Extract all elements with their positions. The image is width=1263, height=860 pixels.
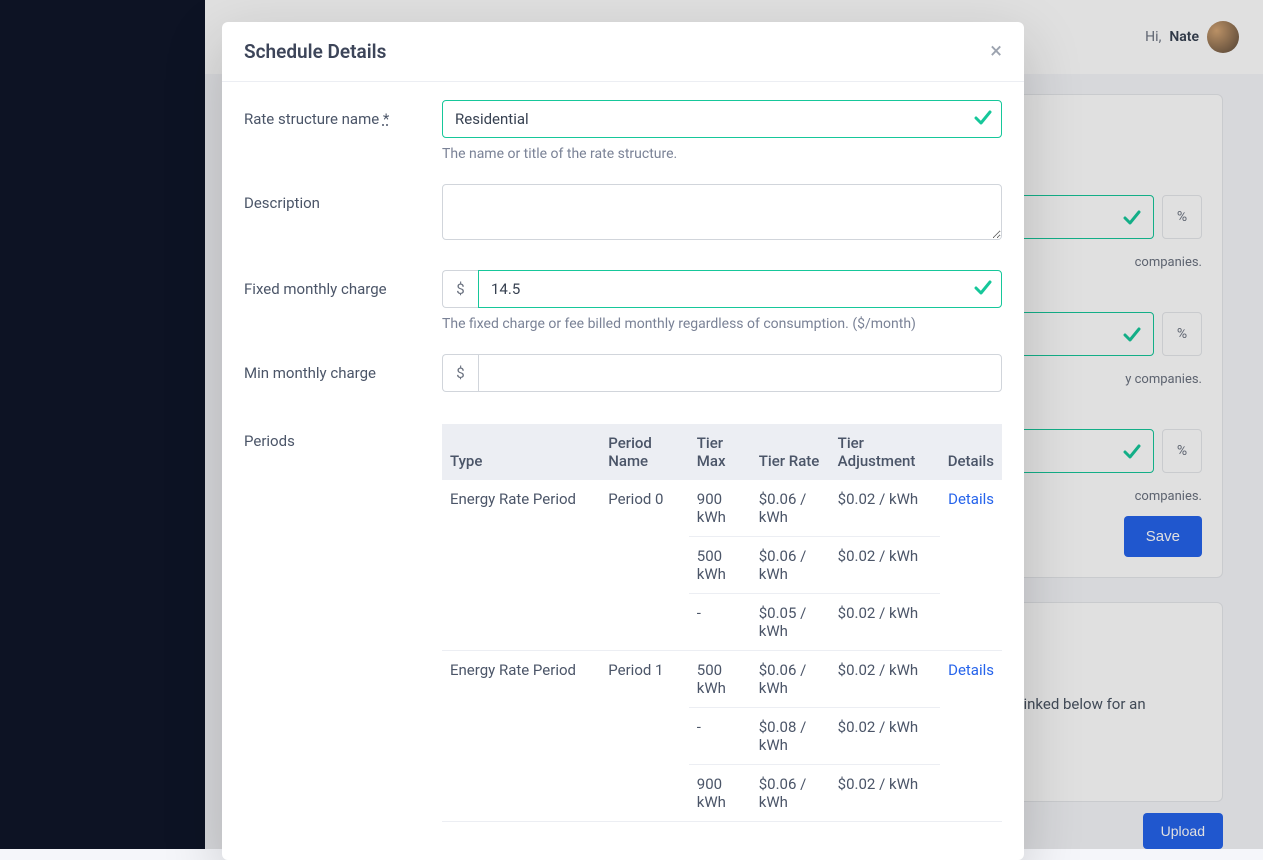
modal-title: Schedule Details [244,40,386,63]
currency-prefix: $ [442,354,478,392]
cell-period-name [600,594,689,651]
col-header-tier-max: Tier Max [689,424,751,480]
table-row: -$0.08 / kWh$0.02 / kWh [442,708,1002,765]
description-label: Description [244,184,442,262]
cell-details [940,537,1002,594]
close-icon[interactable]: × [990,41,1002,63]
cell-details: Details [940,480,1002,537]
rate-name-helper: The name or title of the rate structure. [442,146,1002,162]
min-charge-input[interactable] [478,354,1002,392]
table-row: 500 kWh$0.06 / kWh$0.02 / kWh [442,537,1002,594]
cell-details [940,765,1002,822]
cell-tier-max: 500 kWh [689,537,751,594]
cell-details [940,708,1002,765]
schedule-details-modal: Schedule Details × Rate structure name *… [222,22,1024,860]
cell-period-name [600,765,689,822]
cell-tier-max: - [689,594,751,651]
col-header-type: Type [442,424,600,480]
fixed-charge-helper: The fixed charge or fee billed monthly r… [442,316,1002,332]
cell-tier-max: 500 kWh [689,651,751,708]
cell-type: Energy Rate Period [442,651,600,708]
cell-tier-rate: $0.05 / kWh [751,594,830,651]
cell-tier-rate: $0.06 / kWh [751,537,830,594]
cell-tier-rate: $0.06 / kWh [751,480,830,537]
rate-name-label: Rate structure name * [244,100,442,176]
cell-tier-adjustment: $0.02 / kWh [830,480,940,537]
cell-type [442,537,600,594]
table-row: -$0.05 / kWh$0.02 / kWh [442,594,1002,651]
cell-tier-adjustment: $0.02 / kWh [830,537,940,594]
cell-tier-adjustment: $0.02 / kWh [830,594,940,651]
col-header-period-name: Period Name [600,424,689,480]
cell-details: Details [940,651,1002,708]
description-input[interactable] [442,184,1002,240]
cell-tier-adjustment: $0.02 / kWh [830,765,940,822]
periods-label: Periods [244,422,442,822]
table-row: Energy Rate PeriodPeriod 0900 kWh$0.06 /… [442,480,1002,537]
cell-type [442,765,600,822]
cell-period-name: Period 0 [600,480,689,537]
periods-table: Type Period Name Tier Max Tier Rate Tier… [442,424,1002,822]
cell-type [442,594,600,651]
table-row: 900 kWh$0.06 / kWh$0.02 / kWh [442,765,1002,822]
details-link[interactable]: Details [948,490,994,508]
cell-type [442,708,600,765]
min-charge-label: Min monthly charge [244,354,442,414]
cell-type: Energy Rate Period [442,480,600,537]
cell-tier-rate: $0.06 / kWh [751,765,830,822]
cell-tier-adjustment: $0.02 / kWh [830,708,940,765]
cell-tier-max: - [689,708,751,765]
fixed-charge-input[interactable] [478,270,1002,308]
modal-header: Schedule Details × [222,22,1024,82]
cell-period-name: Period 1 [600,651,689,708]
check-icon [972,277,992,301]
details-link[interactable]: Details [948,661,994,679]
table-row: Energy Rate PeriodPeriod 1500 kWh$0.06 /… [442,651,1002,708]
cell-tier-max: 900 kWh [689,765,751,822]
required-indicator: * [383,110,389,128]
currency-prefix: $ [442,270,478,308]
cell-details [940,594,1002,651]
cell-tier-max: 900 kWh [689,480,751,537]
cell-period-name [600,708,689,765]
cell-period-name [600,537,689,594]
rate-name-input[interactable] [442,100,1002,138]
check-icon [972,107,992,131]
cell-tier-rate: $0.06 / kWh [751,651,830,708]
col-header-tier-rate: Tier Rate [751,424,830,480]
cell-tier-rate: $0.08 / kWh [751,708,830,765]
col-header-details: Details [940,424,1002,480]
col-header-tier-adjustment: Tier Adjustment [830,424,940,480]
cell-tier-adjustment: $0.02 / kWh [830,651,940,708]
fixed-charge-label: Fixed monthly charge [244,270,442,346]
